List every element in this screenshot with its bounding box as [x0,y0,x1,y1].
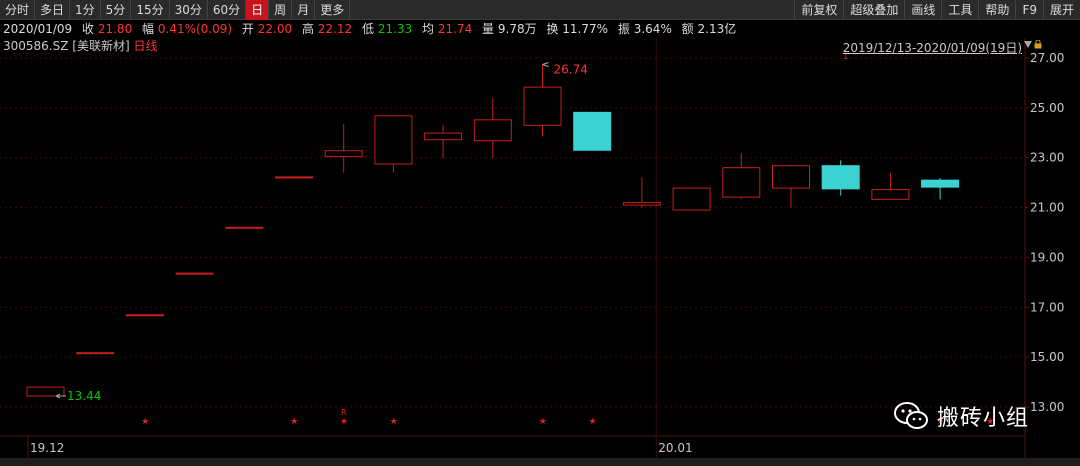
y-tick-label: 25.00 [1030,101,1064,115]
wechat-icon [894,402,928,429]
y-tick-label: 15.00 [1030,350,1064,364]
candle-body [921,179,960,188]
period-tab[interactable]: 分时 [0,0,36,20]
change-label: 幅 [142,22,155,36]
period-tab[interactable]: 日 [246,0,270,20]
close-value: 21.80 [97,22,133,36]
period-tab[interactable]: 5分 [101,0,132,20]
period-tab[interactable]: 月 [292,0,316,20]
stock-name: [美联新材] [72,39,130,53]
period-tab[interactable]: 60分 [208,0,247,20]
high-value: 22.12 [317,22,353,36]
toolbar-button[interactable]: 工具 [941,0,978,20]
max-price-label: 26.74 [554,62,588,76]
y-tick-label: 23.00 [1030,151,1064,165]
candle-body [473,119,512,142]
period-tab[interactable]: 30分 [170,0,208,20]
candle-body [424,132,463,141]
star-marker-icon: ★ [340,417,348,427]
candle-body [871,189,910,200]
star-marker-icon: ★ [589,417,597,427]
toolbar-button[interactable]: 前复权 [794,0,843,20]
low-label: 低 [361,22,374,36]
watermark: 搬砖小组 [893,400,1029,432]
period-tab[interactable]: 更多 [315,0,351,20]
candle-body [622,202,661,206]
chart-period: 日线 [133,39,158,53]
amplitude-value: 3.64% [633,22,672,36]
toolbar-button[interactable]: 超级叠加 [843,0,904,20]
volume-value: 9.78万 [497,22,537,36]
stock-title: 300586.SZ [美联新材] 日线 [3,38,158,54]
turnover-label: 换 [546,22,559,36]
period-tab[interactable]: 周 [269,0,293,20]
star-marker-icon: ★ [290,417,298,427]
period-tab[interactable]: 多日 [35,0,71,20]
date-range-label[interactable]: 2019/12/13-2020/01/09(19日) [843,39,1022,56]
period-tabs: 分时 多日 1分 5分 15分 30分 60分日周月更多 [0,0,351,20]
candle-body [76,352,115,355]
amount-value: 2.13亿 [697,22,737,36]
volume-label: 量 [482,22,495,36]
candle-body [722,167,761,198]
y-tick-label: 13.00 [1030,400,1064,414]
x-tick-label: 20.01 [658,441,692,455]
max-arrow-icon [542,62,549,67]
candle-body [175,272,214,275]
right-tools: 前复权 超级叠加 画线 工具 帮助 F9 展开 [794,0,1080,20]
candle-body [821,165,860,190]
dropdown-arrow-icon[interactable] [1024,41,1032,48]
change-value: 0.41%(0.09) [157,22,233,36]
candle-body [374,115,413,165]
lock-icon[interactable] [1034,40,1042,49]
toolbar-button[interactable]: F9 [1015,0,1043,20]
y-tick-label: 19.00 [1030,250,1064,264]
candle-body [573,111,612,151]
r-marker-icon: R [341,408,347,417]
y-tick-label: 21.00 [1030,201,1064,215]
indicator-tab-strip [0,458,1080,466]
top-toolbar: 分时 多日 1分 5分 15分 30分 60分日周月更多 前复权 超级叠加 画线 工具 帮助 F9 展开 [0,0,1080,20]
candle-body [523,86,562,126]
period-tab[interactable]: 1分 [70,0,101,20]
high-label: 高 [301,22,314,36]
toolbar-button[interactable]: 帮助 [978,0,1015,20]
star-marker-icon: ★ [390,417,398,427]
amount-label: 额 [681,22,694,36]
candle-body [225,226,264,229]
candle-body [672,187,711,211]
candle-body [772,165,810,189]
candlestick-chart[interactable]: 27.00 25.00 23.00 21.00 19.00 17.00 15.00 13.00… [0,38,1080,458]
open-value: 22.00 [257,22,293,36]
toolbar-button[interactable]: 展开 [1042,0,1080,20]
min-price-label: 13.44 [67,389,101,403]
avg-label: 均 [422,22,435,36]
open-label: 开 [241,22,254,36]
candle-body [125,314,164,317]
watermark-text: 搬砖小组 [937,406,1030,431]
candle-body [324,150,363,157]
star-marker-icon: ★ [141,417,149,427]
stock-code: 300586.SZ [3,39,69,53]
y-tick-label: 17.00 [1030,300,1064,314]
y-tick-label: 27.00 [1030,51,1064,65]
toolbar-button[interactable]: 画线 [904,0,941,20]
x-tick-label: 19.12 [30,441,64,455]
turnover-value: 11.77% [562,22,609,36]
close-label: 收 [82,22,95,36]
star-marker-icon: ★ [539,417,547,427]
candle-body [275,176,313,179]
period-tab[interactable]: 15分 [131,0,170,20]
avg-value: 21.74 [437,22,473,36]
quote-date: 2020/01/09 [3,22,73,36]
quote-info-bar: 2020/01/09 收 21.80 幅 0.41%(0.09) 开 22.00… [0,20,1080,38]
amplitude-label: 振 [617,22,630,36]
low-value: 21.33 [377,22,413,36]
